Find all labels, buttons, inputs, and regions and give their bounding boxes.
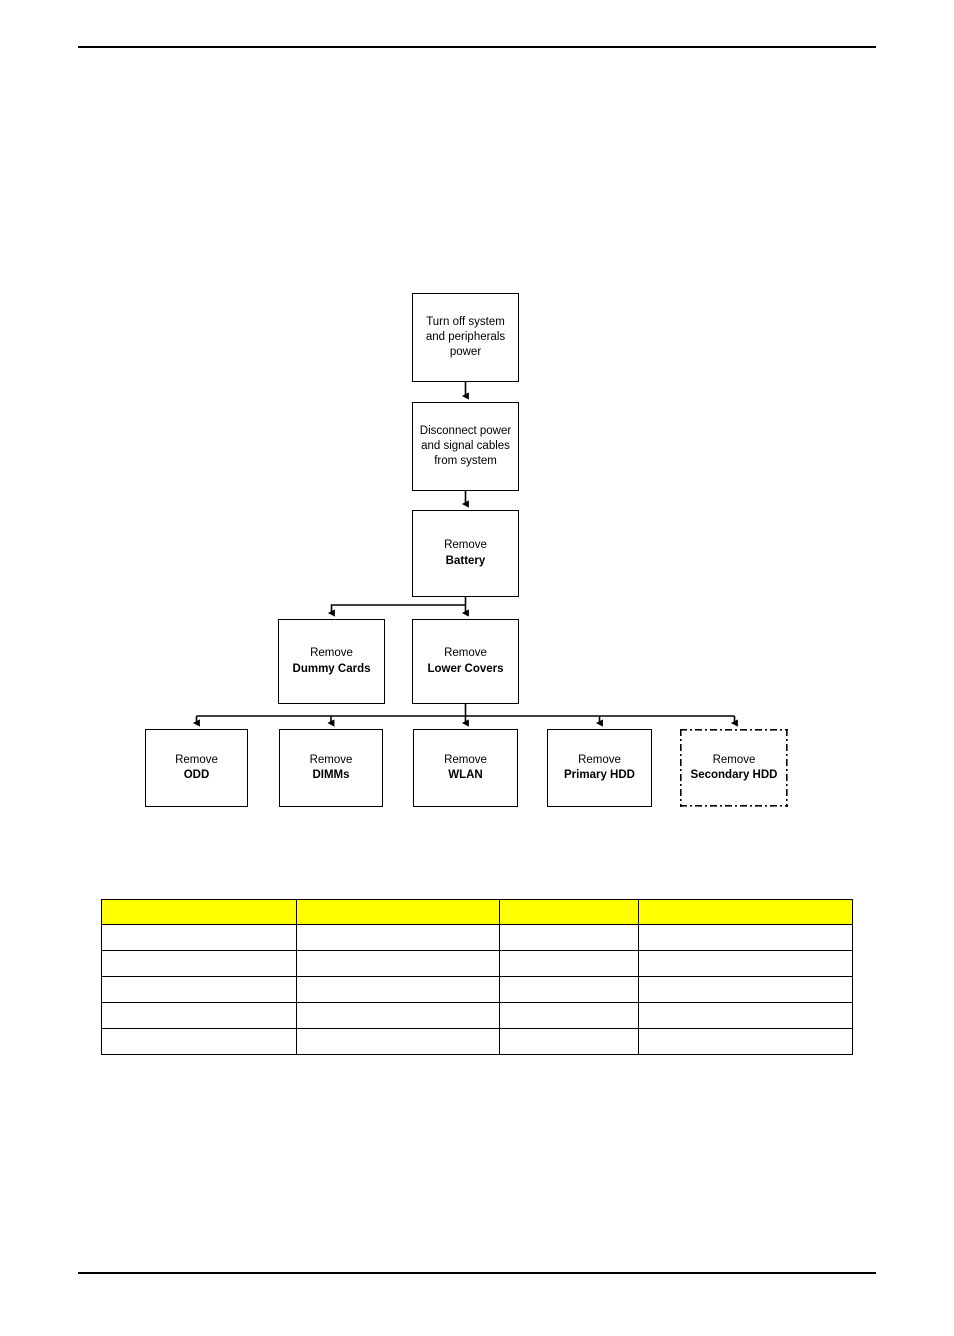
flow-node-disconnect-line3: from system: [434, 455, 497, 468]
flow-node-odd-action: Remove: [175, 753, 218, 766]
flow-node-remove-primary-hdd: Remove Primary HDD: [547, 729, 652, 807]
flow-node-disconnect-line1: Disconnect power: [419, 424, 512, 437]
page-footer-rule: [78, 1272, 876, 1274]
flow-node-dummy-cards-target: Dummy Cards: [292, 662, 371, 675]
flow-node-power-off: Turn off system and peripherals power: [412, 293, 519, 382]
table-cell: [499, 976, 639, 1003]
table-row: [101, 1028, 853, 1055]
parts-table-body: [101, 924, 853, 1055]
flow-node-remove-battery: Remove Battery: [412, 510, 519, 597]
flow-node-remove-secondary-hdd: Remove Secondary HDD: [680, 729, 788, 807]
table-cell: [101, 1002, 297, 1029]
flow-node-power-off-line3: power: [449, 346, 482, 359]
flow-node-remove-dummy-cards: Remove Dummy Cards: [278, 619, 385, 704]
flow-node-odd-target: ODD: [183, 769, 210, 781]
table-cell: [296, 1028, 500, 1055]
table-cell: [638, 976, 853, 1003]
flow-node-battery-target: Battery: [445, 554, 486, 567]
table-cell: [499, 924, 639, 951]
flow-node-disconnect-cables: Disconnect power and signal cables from …: [412, 402, 519, 491]
table-cell: [499, 950, 639, 977]
flow-node-wlan-action: Remove: [444, 753, 487, 766]
table-cell: [101, 1028, 297, 1055]
flow-node-remove-wlan: Remove WLAN: [413, 729, 518, 807]
flow-node-remove-lower-covers: Remove Lower Covers: [412, 619, 519, 704]
flow-node-disconnect-line2: and signal cables: [421, 439, 510, 452]
table-cell: [638, 1028, 853, 1055]
disassembly-flowchart: Turn off system and peripherals power Di…: [0, 0, 954, 860]
table-cell: [638, 950, 853, 977]
flow-node-lower-covers-target: Lower Covers: [427, 662, 504, 675]
table-cell: [638, 924, 853, 951]
table-header-row: [101, 899, 853, 925]
flow-node-primary-hdd-action: Remove: [578, 753, 621, 766]
flow-node-battery-action: Remove: [444, 539, 487, 552]
flow-node-remove-dimms: Remove DIMMs: [279, 729, 383, 807]
flow-node-dummy-cards-action: Remove: [310, 647, 353, 660]
table-cell: [296, 950, 500, 977]
table-cell: [101, 976, 297, 1003]
table-row: [101, 924, 853, 951]
flow-node-secondary-hdd-action: Remove: [712, 753, 756, 766]
flow-node-lower-covers-action: Remove: [444, 647, 487, 660]
flow-node-wlan-target: WLAN: [448, 769, 483, 781]
table-row: [101, 950, 853, 977]
table-cell: [499, 1002, 639, 1029]
table-header-cell-1: [101, 899, 297, 925]
table-cell: [101, 924, 297, 951]
flow-node-primary-hdd-target: Primary HDD: [564, 769, 635, 781]
table-header-cell-4: [638, 899, 853, 925]
flow-node-secondary-hdd-target: Secondary HDD: [690, 769, 778, 781]
flow-node-dimms-action: Remove: [309, 753, 353, 766]
table-row: [101, 1002, 853, 1029]
table-cell: [638, 1002, 853, 1029]
flow-node-remove-odd: Remove ODD: [145, 729, 248, 807]
parts-table-head: [101, 899, 853, 925]
flow-node-dimms-target: DIMMs: [312, 769, 350, 781]
flow-node-power-off-line2: and peripherals: [425, 330, 506, 343]
table-cell: [101, 950, 297, 977]
table-cell: [296, 976, 500, 1003]
table-header-cell-3: [499, 899, 639, 925]
flow-node-power-off-line1: Turn off system: [426, 315, 505, 328]
table-cell: [499, 1028, 639, 1055]
table-header-cell-2: [296, 899, 500, 925]
table-row: [101, 976, 853, 1003]
table-cell: [296, 1002, 500, 1029]
table-cell: [296, 924, 500, 951]
parts-table: [101, 899, 853, 1055]
